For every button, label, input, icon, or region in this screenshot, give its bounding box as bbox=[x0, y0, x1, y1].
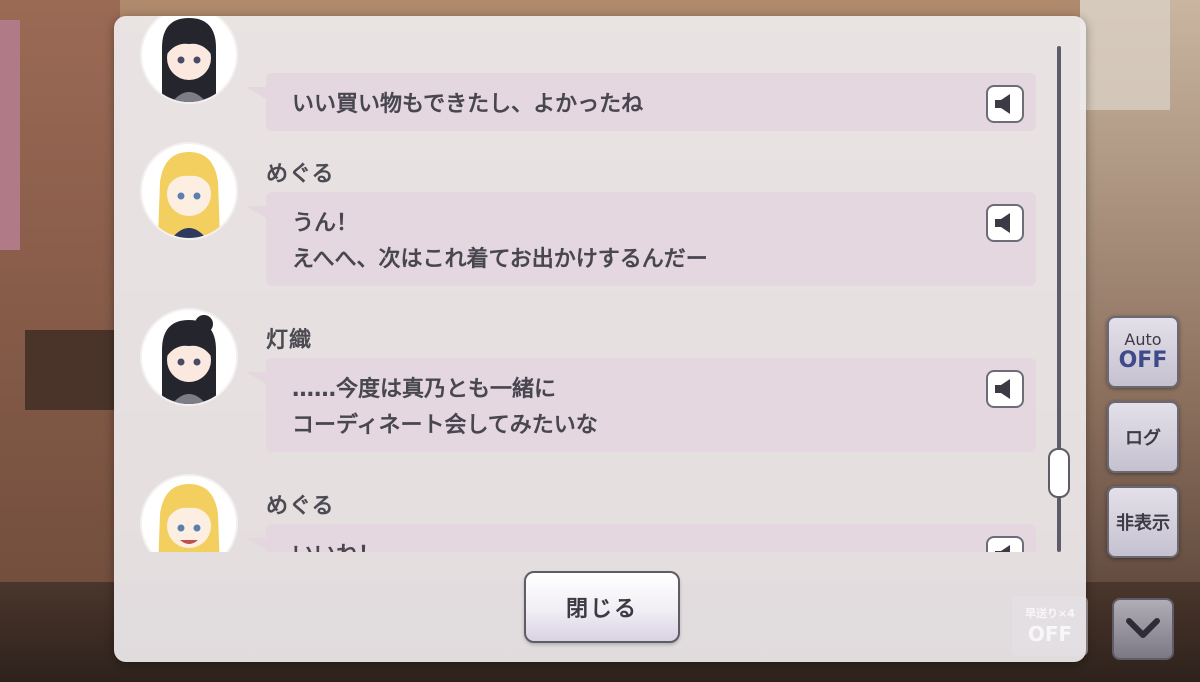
speaker-icon bbox=[995, 379, 1010, 399]
speaker-name: めぐる bbox=[266, 494, 335, 519]
dialogue-text: いい買い物もできたし、よかったね bbox=[292, 92, 644, 117]
dialogue-text: ……今度は真乃とも一緒に コーディネート会してみたいな bbox=[292, 377, 598, 438]
speaker-name: 灯織 bbox=[266, 328, 313, 353]
dialogue-text: いいね！ bbox=[292, 538, 380, 552]
meguru-avatar bbox=[142, 476, 236, 552]
scrollbar-thumb[interactable] bbox=[1048, 448, 1070, 498]
chevron-down-icon bbox=[1126, 618, 1160, 638]
dialogue-bubble: いいね！ bbox=[246, 524, 1036, 552]
auto-state: OFF bbox=[1118, 348, 1168, 373]
background-sign bbox=[0, 20, 20, 250]
log-scroll-area[interactable]: いい買い物もできたし、よかったね めぐる うん！ えへへ、次はこれ着てお出かけす… bbox=[114, 16, 1086, 552]
dialogue-bubble: うん！ えへへ、次はこれ着てお出かけするんだー bbox=[246, 192, 1036, 286]
speaker-icon bbox=[995, 545, 1010, 552]
voice-replay-button[interactable] bbox=[986, 370, 1024, 408]
dialogue-bubble: ……今度は真乃とも一緒に コーディネート会してみたいな bbox=[246, 358, 1036, 452]
voice-replay-button[interactable] bbox=[986, 85, 1024, 123]
toori-avatar bbox=[142, 16, 236, 102]
voice-replay-button[interactable] bbox=[986, 536, 1024, 552]
hide-ui-button[interactable]: 非表示 bbox=[1107, 486, 1179, 558]
fast-forward-state: OFF bbox=[1027, 622, 1073, 646]
speaker-icon bbox=[995, 213, 1010, 233]
background-shop-sign bbox=[1080, 0, 1170, 110]
dialogue-bubble: いい買い物もできたし、よかったね bbox=[246, 73, 1036, 131]
fast-forward-toggle[interactable]: 早送り×4 OFF bbox=[1012, 596, 1088, 656]
meguru-avatar bbox=[142, 144, 236, 238]
dialogue-text: うん！ えへへ、次はこれ着てお出かけするんだー bbox=[292, 211, 708, 272]
fast-forward-label: 早送り×4 bbox=[1025, 607, 1075, 620]
menu-toggle-button[interactable] bbox=[1112, 598, 1174, 660]
close-button[interactable]: 閉じる bbox=[524, 571, 680, 643]
speaker-name: めぐる bbox=[266, 162, 335, 187]
dialogue-log-panel: いい買い物もできたし、よかったね めぐる うん！ えへへ、次はこれ着てお出かけす… bbox=[114, 16, 1086, 662]
log-button[interactable]: ログ bbox=[1107, 401, 1179, 473]
background-window bbox=[25, 330, 115, 410]
toori-avatar bbox=[142, 310, 236, 404]
auto-toggle-button[interactable]: Auto OFF bbox=[1107, 316, 1179, 388]
speaker-icon bbox=[995, 94, 1010, 114]
auto-label: Auto bbox=[1124, 330, 1162, 349]
voice-replay-button[interactable] bbox=[986, 204, 1024, 242]
